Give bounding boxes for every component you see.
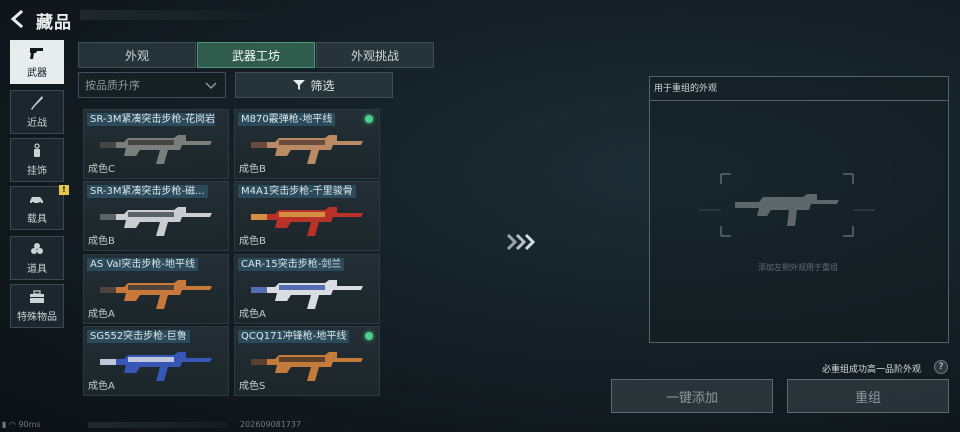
chevron-down-icon [205, 82, 217, 90]
weapon-card[interactable]: QCQ171冲锋枪-地平线 成色S [234, 326, 380, 396]
nav-item-special[interactable]: 特殊物品 [10, 284, 64, 328]
header-decoration [80, 10, 290, 20]
sort-dropdown[interactable]: 按品质升序 [78, 72, 226, 98]
empty-slot-gun-placeholder[interactable] [699, 170, 875, 240]
network-status: ▮ ◠ 90ms [2, 420, 41, 429]
nav-label: 近战 [27, 118, 47, 129]
weapon-name: SR-3M紧凑突击步枪-磁... [87, 185, 208, 198]
weapon-card[interactable]: SR-3M紧凑突击步枪-花岗岩 成色C [83, 109, 229, 179]
weapon-card[interactable]: AS Val突击步枪-地平线 成色A [83, 254, 229, 324]
weapon-grade: 成色B [88, 236, 115, 247]
weapon-name: QCQ171冲锋枪-地平线 [238, 330, 350, 343]
sort-value: 按品质升序 [85, 79, 140, 92]
new-indicator-dot [365, 332, 373, 340]
weapon-name: SR-3M紧凑突击步枪-花岗岩 [87, 113, 215, 126]
filter-button[interactable]: 筛选 [235, 72, 393, 98]
filter-icon [293, 80, 306, 90]
weapon-name: M870霰弹枪-地平线 [238, 113, 336, 126]
nav-item-items[interactable]: 道具 [10, 236, 64, 280]
toolbox-icon [30, 290, 44, 303]
tab-appearance[interactable]: 外观 [78, 42, 196, 68]
status-decoration [88, 422, 228, 428]
nav-label: 特殊物品 [17, 312, 57, 323]
new-indicator-dot [365, 115, 373, 123]
tab-weapon-workshop[interactable]: 武器工坊 [197, 42, 315, 68]
panel-divider [649, 100, 949, 101]
ping-value: 90ms [18, 420, 41, 429]
weapon-card[interactable]: M4A1突击步枪-千里骏骨 成色B [234, 181, 380, 251]
weapon-card[interactable]: CAR-15突击步枪-剑兰 成色A [234, 254, 380, 324]
nav-item-charms[interactable]: 挂饰 [10, 138, 64, 182]
weapon-grade: 成色S [239, 381, 266, 392]
weapon-name: AS Val突击步枪-地平线 [87, 258, 198, 271]
weapon-grade: 成色A [239, 309, 266, 320]
slot-hint-text: 添加左侧外观用于重组 [758, 263, 838, 272]
weapon-grade: 成色B [239, 164, 266, 175]
panel-title: 用于重组的外观 [654, 84, 718, 94]
nav-item-vehicles[interactable]: 载具 ! [10, 185, 69, 230]
nav-label: 挂饰 [27, 166, 47, 177]
weapon-name: SG552突击步枪-巨鲁 [87, 330, 190, 343]
player-uid: 202609081737 [240, 420, 302, 429]
add-all-button[interactable]: 一键添加 [611, 379, 773, 413]
help-icon[interactable]: ? [934, 360, 948, 374]
back-arrow-icon[interactable] [8, 9, 28, 29]
tab-appearance-challenge[interactable]: 外观挑战 [316, 42, 434, 68]
transfer-arrows-icon [506, 233, 536, 251]
weapon-name: CAR-15突击步枪-剑兰 [238, 258, 345, 271]
weapon-name: M4A1突击步枪-千里骏骨 [238, 185, 356, 198]
nav-item-weapons[interactable]: 武器 [10, 40, 64, 84]
weapon-grade: 成色A [88, 309, 115, 320]
grenade-icon [31, 243, 43, 254]
filter-label: 筛选 [310, 78, 335, 93]
knife-icon [31, 96, 43, 110]
recombine-button[interactable]: 重组 [787, 379, 949, 413]
weapon-grade: 成色B [239, 236, 266, 247]
charm-icon [34, 143, 40, 157]
nav-label: 武器 [27, 68, 47, 79]
nav-label: 载具 [27, 214, 47, 225]
weapon-card[interactable]: SG552突击步枪-巨鲁 成色A [83, 326, 229, 396]
nav-label: 道具 [27, 264, 47, 275]
vehicle-icon [30, 197, 43, 205]
weapon-grade: 成色C [88, 164, 115, 175]
pistol-icon [30, 48, 43, 59]
weapon-card[interactable]: SR-3M紧凑突击步枪-磁... 成色B [83, 181, 229, 251]
notification-badge: ! [59, 185, 69, 195]
recombine-note: 必重组成功高一品阶外观 [822, 365, 922, 375]
page-title: 藏品 [36, 13, 72, 33]
weapon-grade: 成色A [88, 381, 115, 392]
nav-item-melee[interactable]: 近战 [10, 90, 64, 134]
weapon-card[interactable]: M870霰弹枪-地平线 成色B [234, 109, 380, 179]
